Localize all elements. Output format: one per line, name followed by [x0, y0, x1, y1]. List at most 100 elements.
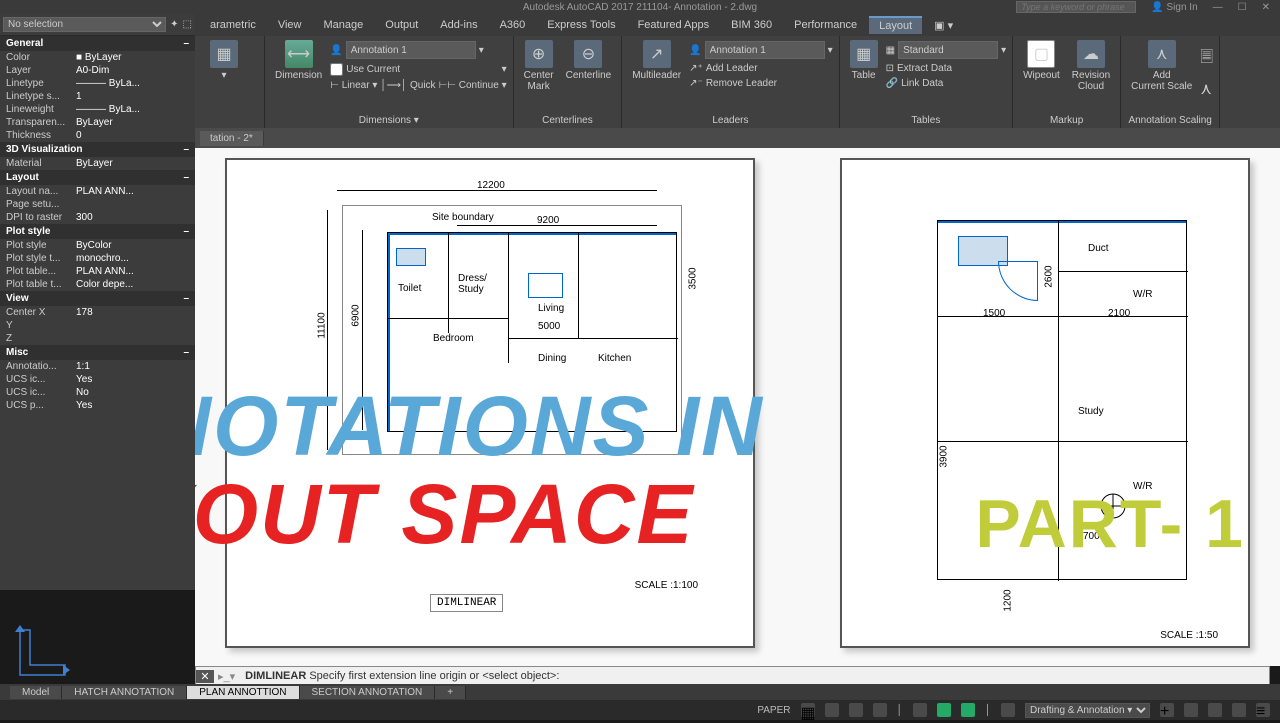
grid-icon[interactable]: ▦	[801, 703, 815, 717]
prop-row[interactable]: LayerA0-Dim	[0, 64, 195, 77]
ribbon-tab[interactable]: Output	[375, 17, 428, 33]
prop-row[interactable]: Plot table t...Color depe...	[0, 278, 195, 291]
prop-row[interactable]: Plot styleByColor	[0, 239, 195, 252]
clean-icon[interactable]	[1184, 703, 1198, 717]
prop-row[interactable]: Z	[0, 332, 195, 345]
prop-row[interactable]: Transparen...ByLayer	[0, 116, 195, 129]
osnap-icon[interactable]	[913, 703, 927, 717]
panel-label[interactable]: Dimensions ▾	[271, 113, 507, 128]
hw-icon[interactable]	[1208, 703, 1222, 717]
prop-row[interactable]: UCS ic...Yes	[0, 373, 195, 386]
prop-row[interactable]: Lineweight——— ByLa...	[0, 103, 195, 116]
select-icon[interactable]: ⬚	[183, 19, 192, 30]
polar-icon[interactable]	[873, 703, 887, 717]
prop-row[interactable]: Plot style t...monochro...	[0, 252, 195, 265]
link-data-button[interactable]: 🔗Link Data	[886, 77, 1006, 90]
linear-dim-button[interactable]: ⊢ Linear ▾	[330, 80, 377, 91]
close-cmd-icon[interactable]: ✕	[196, 670, 214, 683]
wipeout-button[interactable]: ▢Wipeout	[1019, 40, 1064, 81]
ribbon-tab[interactable]: Express Tools	[537, 17, 625, 33]
snap-icon[interactable]	[825, 703, 839, 717]
panel-label[interactable]: Tables	[846, 113, 1006, 128]
prop-section-header[interactable]: 3D Visualization–	[0, 142, 195, 157]
room-label: Toilet	[398, 283, 421, 294]
iso-icon[interactable]	[1232, 703, 1246, 717]
prop-row[interactable]: DPI to raster300	[0, 211, 195, 224]
otrack-icon[interactable]	[937, 703, 951, 717]
search-input[interactable]	[1016, 1, 1136, 13]
prop-row[interactable]: Linetype——— ByLa...	[0, 77, 195, 90]
anno-icon[interactable]: ⋏	[1200, 79, 1213, 99]
layout-tab[interactable]: PLAN ANNOTTION	[187, 686, 299, 699]
remove-leader-button[interactable]: ↗⁻Remove Leader	[689, 77, 832, 90]
anno-icon[interactable]: 🗏	[1200, 46, 1213, 73]
plus-icon[interactable]: +	[1160, 703, 1174, 717]
prop-section-header[interactable]: Layout–	[0, 170, 195, 185]
centerline-button[interactable]: ⊖Centerline	[562, 40, 616, 81]
prop-row[interactable]: MaterialByLayer	[0, 157, 195, 170]
pickadd-icon[interactable]: ✦	[170, 19, 178, 30]
ribbon-tab[interactable]: Performance	[784, 17, 867, 33]
ribbon-tab[interactable]: arametric	[200, 17, 266, 33]
prop-section-header[interactable]: General–	[0, 36, 195, 51]
lwt-icon[interactable]	[1001, 703, 1015, 717]
prop-row[interactable]: Center X178	[0, 306, 195, 319]
custom-icon[interactable]: ≡	[1256, 703, 1270, 717]
table-icon: ▦	[886, 45, 895, 56]
workspace-select[interactable]: Drafting & Annotation ▾	[1025, 703, 1150, 718]
ribbon-tab[interactable]: Featured Apps	[628, 17, 720, 33]
prop-row[interactable]: UCS ic...No	[0, 386, 195, 399]
ribbon-tab[interactable]: BIM 360	[721, 17, 782, 33]
dim-style-select[interactable]	[346, 41, 476, 59]
prop-row[interactable]: Y	[0, 319, 195, 332]
prop-section-header[interactable]: Misc–	[0, 345, 195, 360]
extract-data-button[interactable]: ⊡Extract Data	[886, 62, 1006, 75]
quick-dim-button[interactable]: │⟶│ Quick	[380, 80, 435, 91]
table-button[interactable]: ▦Table	[846, 40, 882, 81]
insert-button[interactable]: ▦▾	[206, 40, 242, 81]
layout-tab[interactable]: HATCH ANNOTATION	[62, 686, 187, 699]
maximize-icon[interactable]: ☐	[1238, 2, 1247, 13]
ribbon-tab[interactable]: Add-ins	[430, 17, 487, 33]
center-mark-button[interactable]: ⊕Center Mark	[520, 40, 558, 92]
layout-tab[interactable]: SECTION ANNOTATION	[300, 686, 436, 699]
dimension-button[interactable]: ⟷Dimension	[271, 40, 326, 81]
prop-row[interactable]: Page setu...	[0, 198, 195, 211]
selection-filter[interactable]: No selection	[3, 17, 166, 32]
prop-section-header[interactable]: View–	[0, 291, 195, 306]
prop-row[interactable]: Linetype s...1	[0, 90, 195, 103]
use-current-check[interactable]	[330, 63, 343, 76]
continue-dim-button[interactable]: ⊢⊢ Continue ▾	[439, 80, 507, 91]
panel-label[interactable]: Leaders	[628, 113, 832, 128]
dyn-icon[interactable]	[961, 703, 975, 717]
dim-value: 6900	[351, 304, 362, 326]
prop-row[interactable]: Plot table...PLAN ANN...	[0, 265, 195, 278]
layout-tab[interactable]: Model	[10, 686, 62, 699]
prop-section-header[interactable]: Plot style–	[0, 224, 195, 239]
leader-style-select[interactable]	[705, 41, 825, 59]
ribbon-tab[interactable]: View	[268, 17, 312, 33]
panel-switcher[interactable]: ▣ ▾	[924, 17, 963, 34]
table-style-select[interactable]	[898, 41, 998, 59]
signin-link[interactable]: 👤 Sign In	[1151, 2, 1197, 13]
prop-row[interactable]: Color■ ByLayer	[0, 51, 195, 64]
ribbon-tab[interactable]: Layout	[869, 16, 922, 34]
close-icon[interactable]: ✕	[1262, 2, 1270, 13]
prop-row[interactable]: Annotatio...1:1	[0, 360, 195, 373]
revcloud-button[interactable]: ☁Revision Cloud	[1068, 40, 1114, 92]
minimize-icon[interactable]: —	[1213, 2, 1223, 13]
ribbon-tab[interactable]: A360	[490, 17, 536, 33]
document-tab[interactable]: tation - 2*	[200, 131, 264, 146]
room-label: Dining	[538, 353, 566, 364]
layout-tab[interactable]: +	[435, 686, 466, 699]
prop-row[interactable]: Thickness0	[0, 129, 195, 142]
prop-row[interactable]: UCS p...Yes	[0, 399, 195, 412]
multileader-button[interactable]: ↗Multileader	[628, 40, 685, 81]
paper-toggle[interactable]: PAPER	[757, 705, 790, 716]
add-scale-button[interactable]: ⋏Add Current Scale	[1127, 40, 1196, 92]
ortho-icon[interactable]	[849, 703, 863, 717]
ribbon-tab[interactable]: Manage	[314, 17, 374, 33]
command-line[interactable]: ✕ ▸_▾ DIMLINEAR DIMLINEAR Specify first …	[195, 666, 1270, 686]
add-leader-button[interactable]: ↗⁺Add Leader	[689, 62, 832, 75]
prop-row[interactable]: Layout na...PLAN ANN...	[0, 185, 195, 198]
